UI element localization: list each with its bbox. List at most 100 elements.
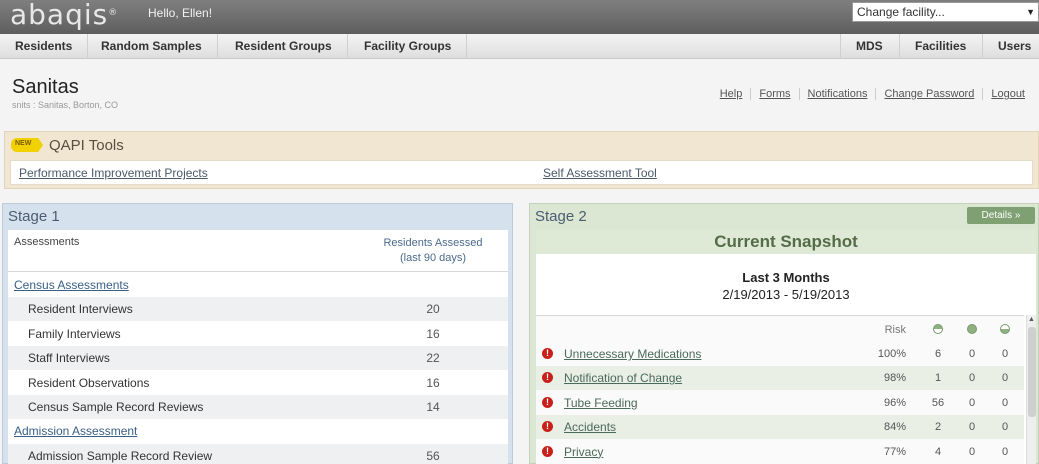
assessment-label: Census Sample Record Reviews	[28, 400, 204, 414]
main-nav: Residents Random Samples Resident Groups…	[0, 34, 1039, 59]
alert-icon: !	[542, 396, 553, 408]
details-button[interactable]: Details »	[967, 207, 1035, 224]
performance-improvement-projects-link[interactable]: Performance Improvement Projects	[19, 166, 208, 180]
measure-link[interactable]: Unnecessary Medications	[564, 342, 701, 366]
utility-links: Help Forms Notifications Change Password…	[712, 88, 1033, 100]
qapi-links: Performance Improvement Projects Self As…	[10, 160, 1033, 185]
table-row: ! Accidents 84% 2 0 0	[536, 415, 1024, 440]
count-value-a: 56	[931, 396, 945, 409]
snapshot-period: Last 3 Months	[742, 270, 830, 285]
last-90-days-label: (last 90 days)	[399, 252, 467, 264]
risk-value: 100%	[877, 348, 906, 360]
self-assessment-tool-link[interactable]: Self Assessment Tool	[543, 166, 657, 180]
table-row: ! Tube Feeding 96% 56 0 0	[536, 391, 1024, 415]
section-link[interactable]: Admission Assessment	[14, 419, 137, 443]
abaqis-logo[interactable]: abaqis®	[10, 0, 118, 30]
facility-location: snits : Sanitas, Borton, CO	[12, 100, 119, 110]
measure-link[interactable]: Privacy	[564, 440, 603, 464]
help-link[interactable]: Help	[712, 88, 751, 100]
change-facility-value: Change facility...	[857, 5, 945, 19]
residents-assessed-label: Residents Assessed	[383, 237, 483, 249]
count-value-c: 0	[1001, 445, 1009, 458]
count-value-c: 0	[1001, 372, 1009, 385]
nav-facility-groups[interactable]: Facility Groups	[349, 34, 468, 59]
change-password-link[interactable]: Change Password	[875, 88, 982, 100]
table-row: Admission Sample Record Review 56	[8, 443, 508, 464]
nav-users[interactable]: Users	[982, 34, 1039, 59]
alert-icon: !	[542, 348, 553, 359]
change-facility-select[interactable]: Change facility... ▼	[852, 2, 1039, 22]
stage1-table-header: Assessments Residents Assessed (last 90 …	[8, 230, 508, 272]
logo-mark: ®	[108, 8, 119, 18]
forms-link[interactable]: Forms	[750, 88, 798, 100]
status-half-top-icon	[933, 324, 943, 334]
nav-facilities[interactable]: Facilities	[899, 34, 981, 59]
qapi-tools-panel: NEW QAPI Tools Performance Improvement P…	[4, 131, 1039, 189]
stage1-panel: Stage 1 Assessments Residents Assessed (…	[2, 203, 513, 464]
new-badge: NEW	[11, 138, 43, 152]
section-row: Admission Assessment	[8, 419, 508, 443]
scroll-up-icon[interactable]: ▲	[1028, 316, 1035, 323]
alert-icon: !	[542, 421, 553, 433]
count-value-b: 0	[968, 421, 976, 434]
residents-assessed-value: 56	[426, 448, 440, 463]
table-row: Family Interviews 16	[8, 322, 508, 346]
logo-text: abaqis	[10, 0, 109, 31]
table-row: Staff Interviews 22	[8, 346, 508, 371]
measure-link[interactable]: Accidents	[564, 415, 616, 439]
status-full-icon	[967, 324, 977, 334]
facility-name: Sanitas	[12, 76, 79, 98]
notifications-link[interactable]: Notifications	[798, 88, 876, 100]
stage2-title: Stage 2	[535, 208, 587, 225]
stage2-panel: Stage 2 Details » Current Snapshot Last …	[529, 203, 1039, 464]
section-link[interactable]: Census Assessments	[14, 273, 129, 297]
count-value-b: 0	[968, 396, 976, 409]
residents-assessed-value: 20	[426, 302, 440, 317]
table-row: Resident Observations 16	[8, 371, 508, 395]
table-row: ! Privacy 77% 4 0 0	[536, 440, 1024, 464]
assessment-label: Admission Sample Record Review	[28, 448, 213, 463]
count-value-a: 1	[934, 372, 942, 385]
risk-header: Risk	[884, 324, 906, 336]
residents-assessed-value: 16	[426, 375, 440, 390]
section-row: Census Assessments	[8, 273, 508, 297]
residents-assessed-value: 22	[426, 351, 440, 366]
table-row: Census Sample Record Reviews 14	[8, 395, 508, 419]
assessment-label: Staff Interviews	[28, 351, 110, 366]
count-value-b: 0	[968, 445, 976, 458]
nav-random-samples[interactable]: Random Samples	[86, 34, 218, 59]
risk-value: 84%	[883, 421, 906, 434]
scroll-thumb[interactable]	[1028, 327, 1036, 417]
table-row: ! Notification of Change 98% 1 0 0	[536, 366, 1024, 391]
nav-resident-groups[interactable]: Resident Groups	[220, 34, 348, 59]
alert-icon: !	[542, 372, 553, 384]
table-row: Resident Interviews 20	[8, 297, 508, 322]
assessments-header: Assessments	[14, 236, 80, 248]
nav-mds[interactable]: MDS	[840, 34, 898, 59]
risk-table-header: Risk	[536, 316, 1024, 342]
count-value-c: 0	[1001, 396, 1009, 409]
logout-link[interactable]: Logout	[982, 88, 1033, 100]
risk-value: 96%	[883, 396, 906, 409]
alert-icon: !	[542, 445, 553, 457]
count-value-a: 2	[934, 421, 942, 434]
count-value-c: 0	[1001, 421, 1009, 434]
top-bar: abaqis® Hello, Ellen! Change facility...…	[0, 0, 1039, 34]
table-row: ! Unnecessary Medications 100% 6 0 0	[536, 342, 1024, 366]
snapshot-title: Current Snapshot	[536, 230, 1036, 254]
risk-value: 98%	[883, 372, 906, 385]
stage1-title: Stage 1	[8, 208, 60, 225]
risk-table: Risk ! Unnecessary Medications 100% 6 0 0! Not…	[536, 315, 1024, 464]
risk-table-scrollbar[interactable]: ▲	[1026, 315, 1036, 464]
assessment-label: Resident Interviews	[28, 302, 133, 317]
qapi-title: QAPI Tools	[49, 137, 124, 154]
measure-link[interactable]: Tube Feeding	[564, 391, 638, 415]
stage1-table: Assessments Residents Assessed (last 90 …	[8, 230, 508, 464]
measure-link[interactable]: Notification of Change	[564, 366, 682, 390]
nav-residents[interactable]: Residents	[0, 34, 89, 59]
risk-value: 77%	[883, 445, 906, 458]
current-snapshot: Current Snapshot Last 3 Months 2/19/2013…	[536, 230, 1036, 464]
count-value-a: 4	[934, 445, 942, 458]
assessment-label: Family Interviews	[28, 326, 121, 341]
count-value-b: 0	[968, 348, 976, 360]
